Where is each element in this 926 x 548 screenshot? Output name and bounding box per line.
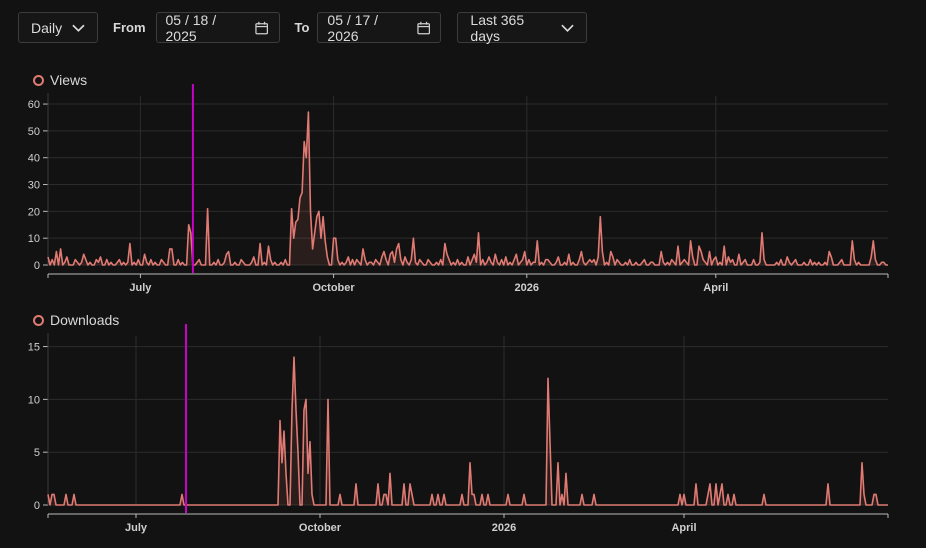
y-tick-label: 30 (28, 180, 40, 192)
downloads-chart[interactable]: 0 5 10 15 July October 2026 April (0, 324, 926, 543)
chevron-down-icon (561, 24, 575, 32)
views-legend[interactable]: Views (33, 72, 87, 88)
x-tick-label: 2026 (515, 282, 539, 294)
calendar-icon[interactable] (255, 21, 269, 35)
x-tick-label: July (129, 282, 152, 294)
y-tick-label: 10 (28, 233, 40, 245)
series-line (47, 356, 888, 506)
x-tick-label: 2026 (492, 522, 516, 534)
y-tick-label: 0 (34, 260, 40, 272)
x-tick-label: October (313, 282, 356, 294)
calendar-icon[interactable] (417, 21, 431, 35)
y-tick-label: 40 (28, 153, 40, 165)
y-tick-label: 50 (28, 126, 40, 138)
x-tick-label: October (299, 522, 342, 534)
granularity-select[interactable]: Daily (18, 12, 98, 43)
y-tick-label: 5 (34, 447, 40, 459)
granularity-value: Daily (31, 19, 63, 36)
range-select[interactable]: Last 365 days (457, 11, 588, 44)
views-chart[interactable]: 0 10 20 30 40 50 60 July October 2026 April (0, 84, 926, 303)
series-line (47, 111, 888, 266)
x-tick-label: July (125, 522, 148, 534)
downloads-title: Downloads (50, 312, 120, 328)
chevron-down-icon (72, 24, 85, 32)
series-marker-icon (33, 314, 44, 326)
to-date-input[interactable]: 05 / 17 / 2026 (317, 11, 442, 44)
from-date-value: 05 / 18 / 2025 (165, 11, 217, 44)
series-area (48, 357, 888, 505)
range-value: Last 365 days (470, 11, 525, 44)
from-date-input[interactable]: 05 / 18 / 2025 (155, 11, 280, 44)
y-tick-label: 60 (28, 99, 40, 111)
y-tick-label: 15 (28, 342, 40, 354)
y-tick-label: 20 (28, 206, 40, 218)
to-date-value: 05 / 17 / 2026 (327, 11, 379, 44)
downloads-legend[interactable]: Downloads (33, 312, 119, 328)
views-title: Views (50, 72, 88, 88)
x-tick-label: April (703, 282, 728, 294)
to-label: To (294, 20, 310, 35)
toolbar: Daily From 05 / 18 / 2025 To 05 / 17 / 2… (18, 11, 588, 44)
series-marker-icon (33, 74, 44, 86)
y-tick-label: 0 (34, 500, 40, 512)
x-tick-label: April (671, 522, 696, 534)
from-label: From (113, 20, 146, 35)
y-tick-label: 10 (28, 394, 40, 406)
